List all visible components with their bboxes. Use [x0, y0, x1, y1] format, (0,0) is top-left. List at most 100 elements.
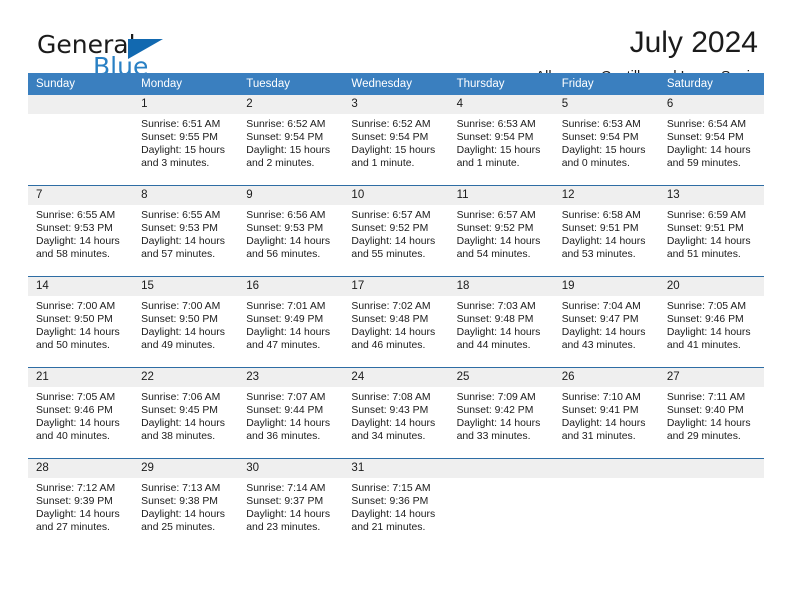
- day-number[interactable]: 31: [343, 459, 448, 478]
- week-daynumber-band: 7 8 9 10 11 12 13: [28, 186, 764, 205]
- daylight-text-line1: Daylight: 14 hours: [246, 236, 331, 248]
- sunset-text: Sunset: 9:41 PM: [561, 405, 639, 417]
- day-number[interactable]: 13: [659, 186, 764, 205]
- day-number[interactable]: 3: [343, 95, 448, 114]
- day-number[interactable]: 17: [343, 277, 448, 296]
- sunset-text: Sunset: 9:54 PM: [666, 132, 744, 144]
- day-number[interactable]: 26: [554, 368, 659, 387]
- day-number[interactable]: 29: [133, 459, 238, 478]
- day-number[interactable]: 5: [554, 95, 659, 114]
- day-cell[interactable]: Sunrise: 7:00 AM Sunset: 9:50 PM Daylight:…: [133, 296, 238, 367]
- sunset-text: Sunset: 9:46 PM: [36, 405, 113, 417]
- day-number[interactable]: 10: [343, 186, 448, 205]
- day-of-week-header-row: Sunday Monday Tuesday Wednesday Thursday…: [28, 73, 764, 95]
- day-cell[interactable]: Sunrise: 7:05 AM Sunset: 9:46 PM Daylight:…: [28, 387, 133, 458]
- day-number[interactable]: 7: [28, 186, 133, 205]
- day-number[interactable]: 30: [238, 459, 343, 478]
- day-number[interactable]: 11: [449, 186, 554, 205]
- day-number[interactable]: 22: [133, 368, 238, 387]
- sunrise-text: Sunrise: 6:52 AM: [351, 119, 431, 130]
- day-number[interactable]: 15: [133, 277, 238, 296]
- day-cell[interactable]: Sunrise: 7:01 AM Sunset: 9:49 PM Daylight:…: [238, 296, 343, 367]
- day-cell[interactable]: Sunrise: 6:53 AM Sunset: 9:54 PM Daylight:…: [449, 114, 554, 185]
- calendar-week-row: 21 22 23 24 25 26 27 Sunrise: 7:05 AM Sunset: 9:…: [28, 367, 764, 458]
- day-number[interactable]: 18: [449, 277, 554, 296]
- sunrise-text: Sunrise: 7:05 AM: [666, 301, 746, 312]
- day-number[interactable]: 25: [449, 368, 554, 387]
- calendar-week-row: 28 29 30 31 Sunrise: 7:12 AM Sunset: 9:39 PM D…: [28, 458, 764, 554]
- day-cell[interactable]: Sunrise: 6:56 AM Sunset: 9:53 PM Daylight:…: [238, 205, 343, 276]
- daylight-text-line2: and 1 minute.: [351, 158, 415, 170]
- daylight-text-line2: and 36 minutes.: [246, 431, 321, 443]
- day-cell[interactable]: Sunrise: 7:13 AM Sunset: 9:38 PM Daylight:…: [133, 478, 238, 554]
- day-cell[interactable]: Sunrise: 7:06 AM Sunset: 9:45 PM Daylight:…: [133, 387, 238, 458]
- sunrise-text: Sunrise: 7:10 AM: [561, 392, 641, 403]
- day-cell[interactable]: Sunrise: 6:57 AM Sunset: 9:52 PM Daylight:…: [343, 205, 448, 276]
- day-cell[interactable]: Sunrise: 6:53 AM Sunset: 9:54 PM Daylight:…: [554, 114, 659, 185]
- day-number[interactable]: 1: [133, 95, 238, 114]
- day-cell-empty: [28, 114, 133, 185]
- day-cell[interactable]: Sunrise: 6:54 AM Sunset: 9:54 PM Daylight:…: [659, 114, 764, 185]
- day-number[interactable]: 4: [449, 95, 554, 114]
- sunset-text: Sunset: 9:39 PM: [36, 496, 113, 508]
- daylight-text-line1: Daylight: 15 hours: [561, 145, 646, 157]
- day-cell[interactable]: Sunrise: 7:08 AM Sunset: 9:43 PM Daylight:…: [343, 387, 448, 458]
- day-cell[interactable]: Sunrise: 7:15 AM Sunset: 9:36 PM Daylight:…: [343, 478, 448, 554]
- sunset-text: Sunset: 9:53 PM: [36, 223, 113, 235]
- day-number[interactable]: 24: [343, 368, 448, 387]
- day-number[interactable]: 28: [28, 459, 133, 478]
- day-number[interactable]: 20: [659, 277, 764, 296]
- sunrise-text: Sunrise: 6:58 AM: [561, 210, 641, 221]
- day-cell-empty: [449, 478, 554, 554]
- sunrise-text: Sunrise: 7:08 AM: [351, 392, 431, 403]
- day-cell[interactable]: Sunrise: 7:10 AM Sunset: 9:41 PM Daylight:…: [554, 387, 659, 458]
- day-number[interactable]: 21: [28, 368, 133, 387]
- day-cell[interactable]: Sunrise: 7:09 AM Sunset: 9:42 PM Daylight:…: [449, 387, 554, 458]
- sunrise-text: Sunrise: 7:11 AM: [666, 392, 746, 403]
- sunrise-text: Sunrise: 6:51 AM: [141, 119, 221, 130]
- day-number[interactable]: 23: [238, 368, 343, 387]
- day-cell[interactable]: Sunrise: 6:57 AM Sunset: 9:52 PM Daylight:…: [449, 205, 554, 276]
- sunrise-text: Sunrise: 6:52 AM: [246, 119, 326, 130]
- day-cell[interactable]: Sunrise: 7:11 AM Sunset: 9:40 PM Daylight:…: [659, 387, 764, 458]
- day-cell[interactable]: Sunrise: 6:51 AM Sunset: 9:55 PM Daylight:…: [133, 114, 238, 185]
- day-number[interactable]: 2: [238, 95, 343, 114]
- day-cell[interactable]: Sunrise: 7:07 AM Sunset: 9:44 PM Daylight:…: [238, 387, 343, 458]
- daylight-text-line1: Daylight: 14 hours: [351, 236, 436, 248]
- day-cell[interactable]: Sunrise: 7:04 AM Sunset: 9:47 PM Daylight:…: [554, 296, 659, 367]
- day-cell[interactable]: Sunrise: 7:00 AM Sunset: 9:50 PM Daylight:…: [28, 296, 133, 367]
- daylight-text-line2: and 53 minutes.: [561, 249, 636, 261]
- day-cell[interactable]: Sunrise: 7:05 AM Sunset: 9:46 PM Daylight:…: [659, 296, 764, 367]
- day-number[interactable]: 16: [238, 277, 343, 296]
- day-number[interactable]: 6: [659, 95, 764, 114]
- day-number[interactable]: 27: [659, 368, 764, 387]
- daylight-text-line1: Daylight: 15 hours: [141, 145, 225, 157]
- calendar-page: General Blue July 2024 Albornos, Castill…: [0, 0, 792, 612]
- daylight-text-line1: Daylight: 14 hours: [666, 327, 751, 339]
- day-cell[interactable]: Sunrise: 6:55 AM Sunset: 9:53 PM Daylight:…: [28, 205, 133, 276]
- sunset-text: Sunset: 9:45 PM: [141, 405, 218, 417]
- daylight-text-line2: and 33 minutes.: [456, 431, 531, 443]
- day-number[interactable]: 19: [554, 277, 659, 296]
- day-cell[interactable]: Sunrise: 6:59 AM Sunset: 9:51 PM Daylight:…: [659, 205, 764, 276]
- day-cell[interactable]: Sunrise: 7:02 AM Sunset: 9:48 PM Daylight:…: [343, 296, 448, 367]
- day-cell[interactable]: Sunrise: 6:58 AM Sunset: 9:51 PM Daylight:…: [554, 205, 659, 276]
- day-cell[interactable]: Sunrise: 6:52 AM Sunset: 9:54 PM Daylight:…: [343, 114, 448, 185]
- day-number[interactable]: 12: [554, 186, 659, 205]
- day-cell[interactable]: Sunrise: 7:12 AM Sunset: 9:39 PM Daylight:…: [28, 478, 133, 554]
- sunset-text: Sunset: 9:51 PM: [666, 223, 744, 235]
- day-cell[interactable]: Sunrise: 6:55 AM Sunset: 9:53 PM Daylight:…: [133, 205, 238, 276]
- day-cell-empty: [659, 478, 764, 554]
- day-number[interactable]: 9: [238, 186, 343, 205]
- day-number: [554, 459, 659, 478]
- day-cell[interactable]: Sunrise: 6:52 AM Sunset: 9:54 PM Daylight:…: [238, 114, 343, 185]
- sunset-text: Sunset: 9:48 PM: [456, 314, 534, 326]
- day-cell[interactable]: Sunrise: 7:14 AM Sunset: 9:37 PM Daylight:…: [238, 478, 343, 554]
- daylight-text-line2: and 59 minutes.: [666, 158, 741, 170]
- day-number[interactable]: 14: [28, 277, 133, 296]
- daylight-text-line2: and 47 minutes.: [246, 340, 321, 352]
- day-cell[interactable]: Sunrise: 7:03 AM Sunset: 9:48 PM Daylight:…: [449, 296, 554, 367]
- day-number[interactable]: 8: [133, 186, 238, 205]
- daylight-text-line2: and 31 minutes.: [561, 431, 636, 443]
- sunset-text: Sunset: 9:38 PM: [141, 496, 218, 508]
